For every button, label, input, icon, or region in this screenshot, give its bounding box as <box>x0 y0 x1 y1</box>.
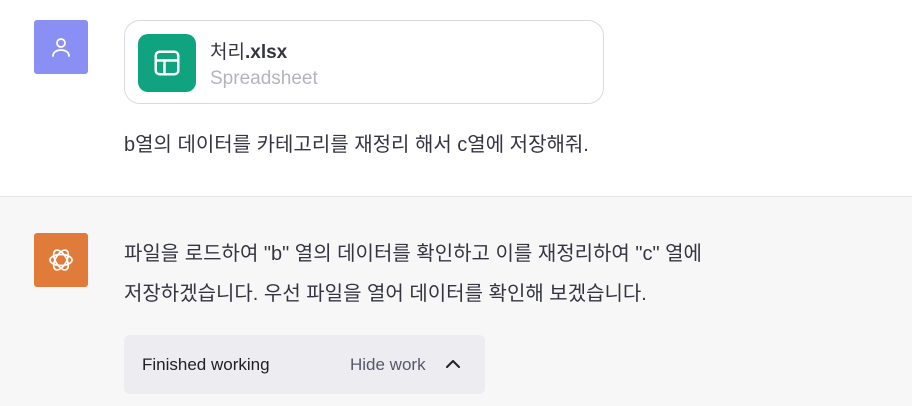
hide-work-button[interactable]: Hide work <box>350 355 426 375</box>
file-attachment-card[interactable]: 처리.xlsx Spreadsheet <box>124 20 604 104</box>
chevron-up-icon[interactable] <box>445 357 461 371</box>
assistant-message-line-1: 파일을 로드하여 "b" 열의 데이터를 확인하고 이를 재정리하여 "c" 열… <box>124 243 702 265</box>
spreadsheet-icon <box>138 34 196 92</box>
work-status-text: Finished working <box>142 355 270 374</box>
user-message-text: b열의 데이터를 카테고리를 재정리 해서 c열에 저장해줘. <box>124 134 589 156</box>
file-type-label: Spreadsheet <box>210 68 318 89</box>
file-name-base: 처리 <box>210 42 245 63</box>
user-avatar <box>34 20 88 74</box>
user-message-row: 처리.xlsx Spreadsheet b열의 데이터를 카테고리를 재정리 해… <box>0 0 912 197</box>
assistant-avatar <box>34 233 88 287</box>
file-name-extension: .xlsx <box>244 42 288 63</box>
user-icon <box>52 38 70 57</box>
assistant-message-text: 파일을 로드하여 "b" 열의 데이터를 확인하고 이를 재정리하여 "c" 열… <box>124 234 884 314</box>
assistant-message-line-2: 저장하겠습니다. 우선 파일을 열어 데이터를 확인해 보겠습니다. <box>124 283 647 305</box>
openai-logo-icon <box>49 249 73 271</box>
work-status-panel: Finished working Hide work <box>124 335 485 394</box>
file-name: 처리.xlsx <box>210 37 287 64</box>
